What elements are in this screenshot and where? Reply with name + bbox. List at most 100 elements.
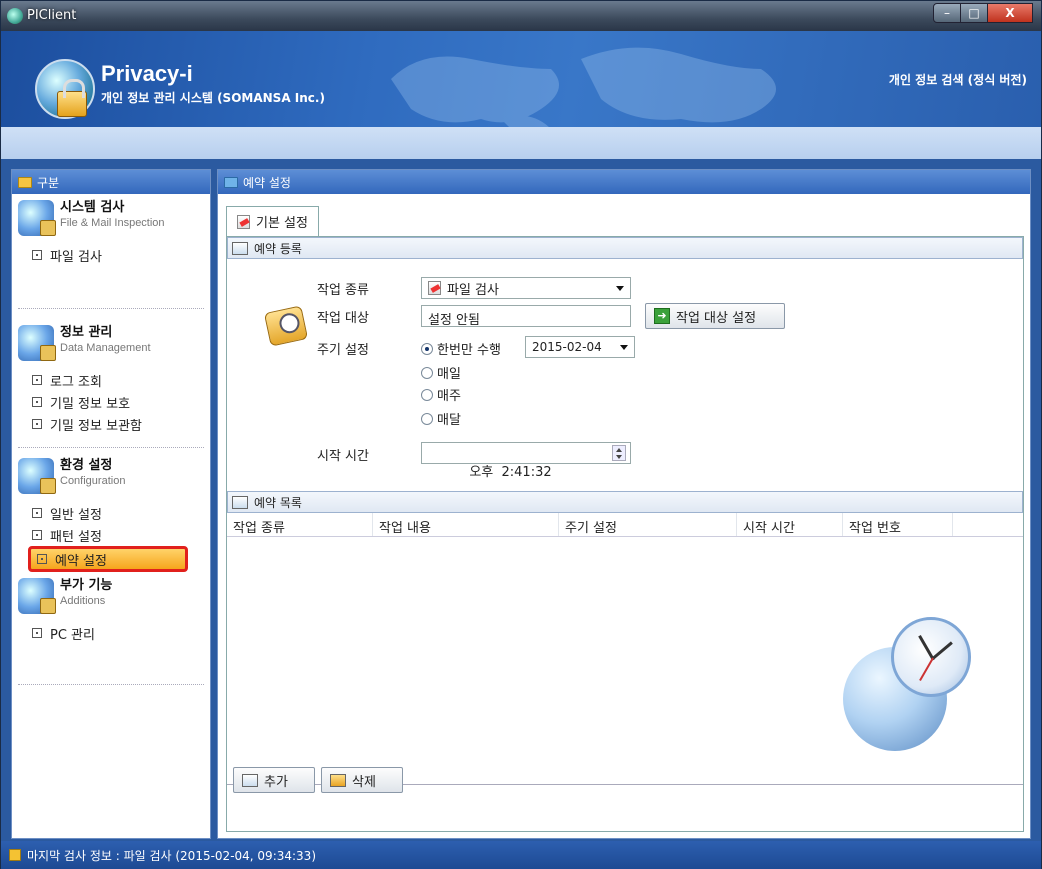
section-configuration: 환경 설정 Configuration 일반 설정 패턴 설정 예약 설정 (12, 458, 210, 572)
flag-icon (9, 849, 21, 861)
section-title: 시스템 검사 (60, 200, 125, 215)
data-management-icon (18, 325, 56, 361)
section-data-management: 정보 관리 Data Management 로그 조회 기밀 정보 보호 기밀 … (12, 319, 210, 435)
file-inspection-icon (428, 281, 441, 295)
radio-icon (421, 366, 433, 379)
schedule-registration-header: 예약 등록 (227, 237, 1023, 259)
sidebar-item-label: 파일 검사 (50, 249, 102, 265)
sidebar-item-pc-management[interactable]: PC 관리 (18, 622, 204, 644)
registration-icon (232, 241, 248, 255)
schedule-clock-icon (263, 305, 309, 347)
brand-name: Privacy-i (101, 61, 193, 86)
close-button[interactable]: X (987, 3, 1033, 23)
window-title: PIClient (27, 8, 77, 23)
cycle-label: 주기 설정 (317, 343, 369, 358)
job-target-label: 작업 대상 (317, 311, 369, 326)
clock-face (891, 617, 971, 697)
minimize-button[interactable]: – (933, 3, 961, 23)
job-type-label: 작업 종류 (317, 283, 369, 298)
bullet-icon (32, 628, 42, 638)
section-title: 부가 기능 (60, 578, 113, 593)
sidebar-item-log-view[interactable]: 로그 조회 (18, 369, 204, 391)
sidebar-item-general-settings[interactable]: 일반 설정 (18, 502, 204, 524)
radio-icon (421, 388, 433, 401)
cycle-weekly-radio[interactable]: 매주 (421, 385, 461, 404)
job-type-select[interactable]: 파일 검사 (421, 277, 631, 299)
group-title: 예약 목록 (254, 495, 302, 510)
main-header: 예약 설정 (218, 170, 1030, 194)
edition-label: 개인 정보 검색 (정식 버전) (888, 73, 1027, 87)
column-header[interactable]: 작업 내용 (373, 513, 559, 536)
section-title: 정보 관리 (60, 325, 113, 340)
chevron-down-icon (620, 345, 628, 350)
inspection-icon (18, 200, 56, 236)
sidebar: 구분 시스템 검사 File & Mail Inspection 파일 검사 정… (11, 169, 211, 839)
window-controls: – □ X (933, 3, 1033, 23)
cycle-daily-radio[interactable]: 매일 (421, 363, 461, 382)
radio-label: 매달 (437, 413, 461, 428)
bullet-icon (32, 530, 42, 540)
add-button[interactable]: 추가 (233, 767, 315, 793)
column-header[interactable]: 작업 종류 (227, 513, 373, 536)
date-picker[interactable]: 2015-02-04 (525, 336, 635, 358)
cycle-monthly-radio[interactable]: 매달 (421, 409, 461, 428)
column-header[interactable]: 작업 번호 (843, 513, 953, 536)
main-panel: 예약 설정 기본 설정 예약 등록 작업 종류 파일 검사 작업 대상 설정 안… (217, 169, 1031, 839)
sidebar-item-pattern-settings[interactable]: 패턴 설정 (18, 524, 204, 546)
job-type-value: 파일 검사 (447, 282, 499, 298)
spinner-icon[interactable] (612, 445, 626, 461)
divider (18, 684, 204, 685)
section-additions: 부가 기능 Additions PC 관리 (12, 572, 210, 644)
list-icon (232, 495, 248, 509)
job-target-field[interactable]: 설정 안됨 (421, 305, 631, 328)
configuration-icon (18, 458, 56, 494)
maximize-button[interactable]: □ (960, 3, 988, 23)
status-bar: 마지막 검사 정보 : 파일 검사 (2015-02-04, 09:34:33) (1, 841, 1041, 869)
settings-page-icon (237, 214, 250, 229)
sidebar-item-schedule-settings[interactable]: 예약 설정 (28, 546, 188, 572)
divider (18, 308, 204, 309)
arrow-right-icon: ➜ (654, 308, 670, 324)
schedule-list[interactable] (227, 537, 1023, 785)
sidebar-title: 구분 (37, 175, 60, 190)
sidebar-item-label: 패턴 설정 (50, 529, 102, 545)
tab-basic-settings[interactable]: 기본 설정 (226, 206, 319, 236)
radio-label: 한번만 수행 (437, 343, 501, 358)
world-map-graphic (391, 47, 776, 127)
main-title: 예약 설정 (243, 175, 291, 190)
column-header[interactable]: 주기 설정 (559, 513, 737, 536)
button-label: 작업 대상 설정 (676, 310, 757, 326)
title-bar[interactable]: PIClient – □ X (1, 1, 1041, 31)
app-window: PIClient – □ X Privacy-i 개인 정보 관리 시스템 (S… (0, 0, 1042, 869)
sidebar-item-label: 기밀 정보 보호 (50, 396, 131, 412)
sidebar-item-file-inspection[interactable]: 파일 검사 (18, 244, 204, 266)
app-header: Privacy-i 개인 정보 관리 시스템 (SOMANSA Inc.) 개인… (1, 31, 1041, 127)
radio-icon (421, 412, 433, 425)
tab-content: 예약 등록 작업 종류 파일 검사 작업 대상 설정 안됨 ➜ 작업 대상 설정… (226, 236, 1024, 832)
bullet-icon (32, 375, 42, 385)
radio-label: 매일 (437, 367, 461, 382)
brand-subtitle: 개인 정보 관리 시스템 (SOMANSA Inc.) (101, 91, 325, 105)
sidebar-item-confidential-vault[interactable]: 기밀 정보 보관함 (18, 413, 204, 435)
delete-button[interactable]: 삭제 (321, 767, 403, 793)
lock-icon (57, 79, 87, 117)
section-system-inspection: 시스템 검사 File & Mail Inspection 파일 검사 (12, 194, 210, 266)
sidebar-item-confidential-protect[interactable]: 기밀 정보 보호 (18, 391, 204, 413)
schedule-icon (224, 176, 238, 188)
app-icon (7, 8, 23, 24)
column-header[interactable]: 시작 시간 (737, 513, 843, 536)
section-subtitle: Configuration (60, 475, 126, 487)
toolbar-strip (1, 127, 1041, 159)
world-clock-icon (843, 617, 993, 757)
sidebar-header: 구분 (12, 170, 210, 194)
bullet-icon (37, 554, 47, 564)
cycle-once-radio[interactable]: 한번만 수행 (421, 339, 501, 358)
additions-icon (18, 578, 56, 614)
section-subtitle: Data Management (60, 342, 151, 354)
bullet-icon (32, 508, 42, 518)
delete-icon (330, 773, 346, 787)
add-icon (242, 773, 258, 787)
sidebar-item-label: 기밀 정보 보관함 (50, 418, 142, 434)
start-time-field[interactable]: 오후 2:41:32 (421, 442, 631, 480)
job-target-settings-button[interactable]: ➜ 작업 대상 설정 (645, 303, 785, 329)
